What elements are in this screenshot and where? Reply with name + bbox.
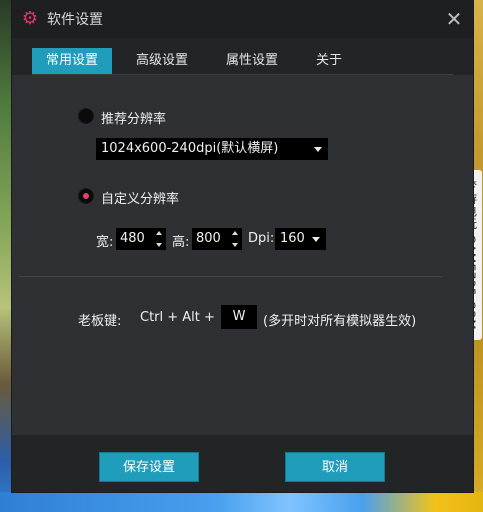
tab-bar: 常用设置 高级设置 属性设置 关于 (32, 48, 366, 74)
gear-icon: ⚙ (21, 8, 39, 29)
resolution-preset-select[interactable]: 1024x600-240dpi(默认横屏) (96, 138, 328, 160)
recommended-resolution-label: 推荐分辨率 (101, 112, 167, 127)
radio-recommended-resolution[interactable] (78, 108, 94, 124)
width-spinbox[interactable]: 480 (116, 228, 166, 250)
height-value: 800 (196, 231, 221, 246)
arrow-down-icon[interactable] (232, 243, 238, 247)
radio-custom-resolution[interactable] (78, 188, 94, 204)
footer-bar (12, 435, 473, 492)
dpi-value: 160 (280, 231, 305, 246)
window-title: 软件设置 (47, 12, 103, 28)
resolution-preset-value: 1024x600-240dpi(默认横屏) (101, 141, 279, 156)
tab-general[interactable]: 常用设置 (32, 48, 113, 74)
chevron-down-icon (314, 147, 322, 152)
tab-about[interactable]: 关于 (302, 48, 356, 74)
title-bar: ⚙ 软件设置 ✕ (12, 0, 473, 38)
height-spinbox[interactable]: 800 (192, 228, 242, 250)
height-spinner-arrows (231, 231, 239, 247)
tab-advanced[interactable]: 高级设置 (122, 48, 202, 74)
width-spinner-arrows (155, 231, 163, 247)
arrow-down-icon[interactable] (156, 243, 162, 247)
chevron-down-icon (312, 237, 320, 242)
cancel-button[interactable]: 取消 (285, 452, 385, 482)
boss-key-label: 老板键: (78, 314, 122, 329)
width-label: 宽: (96, 235, 114, 250)
tab-properties[interactable]: 属性设置 (212, 48, 292, 74)
arrow-up-icon[interactable] (156, 231, 162, 235)
dpi-select[interactable]: 160 (275, 228, 326, 250)
arrow-up-icon[interactable] (232, 231, 238, 235)
save-button[interactable]: 保存设置 (99, 452, 199, 482)
boss-key-input[interactable]: W (221, 305, 257, 329)
section-divider (19, 276, 442, 277)
width-value: 480 (120, 231, 145, 246)
height-label: 高: (172, 235, 190, 250)
close-button[interactable]: ✕ (445, 9, 463, 29)
custom-resolution-label: 自定义分辨率 (101, 192, 180, 207)
boss-key-note: (多开时对所有模拟器生效) (263, 314, 417, 329)
dpi-label: Dpi: (248, 231, 275, 246)
boss-key-combo: Ctrl + Alt + (140, 310, 215, 325)
desktop-background-bottom (0, 492, 483, 512)
settings-panel (12, 75, 473, 435)
